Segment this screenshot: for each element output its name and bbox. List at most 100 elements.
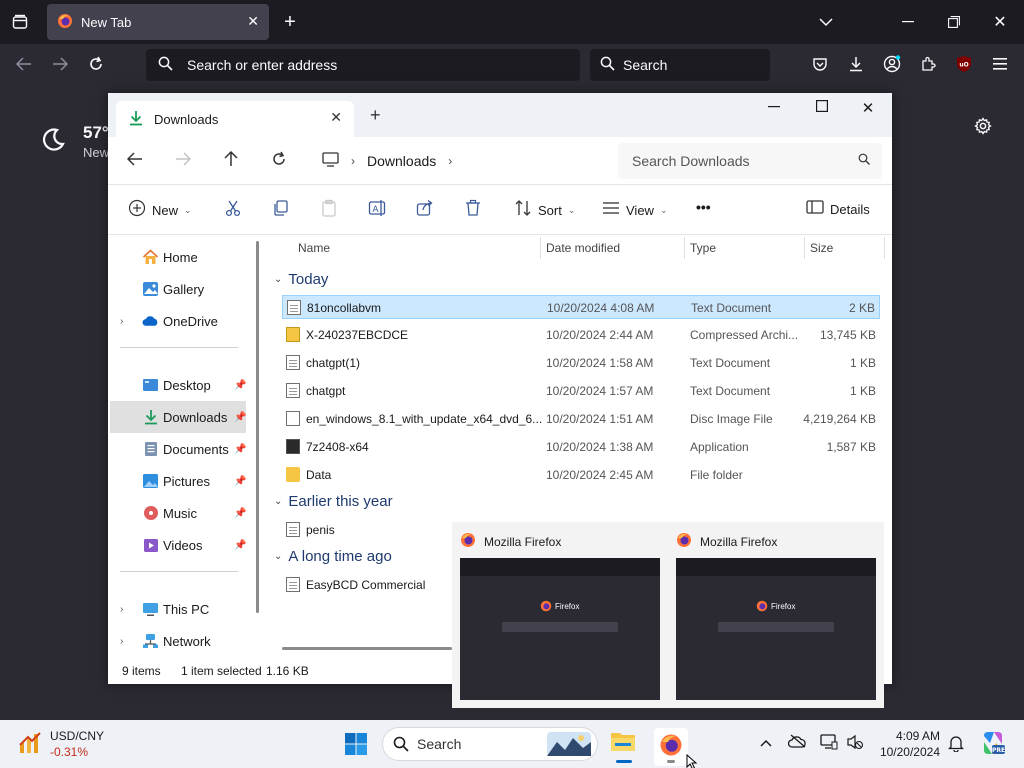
copilot-icon[interactable]: PRE [980, 730, 1006, 759]
column-divider[interactable] [884, 237, 885, 259]
minimize-icon[interactable] [898, 12, 918, 32]
onedrive-offline-icon[interactable] [787, 734, 808, 751]
sidebar-item-this-pc[interactable]: › This PC [110, 593, 246, 625]
breadcrumb[interactable]: › Downloads › [312, 143, 608, 179]
settings-gear-icon[interactable] [972, 115, 994, 137]
pocket-icon[interactable] [810, 54, 830, 74]
file-name: 81oncollabvm [307, 301, 382, 315]
chevron-right-icon[interactable]: › [448, 154, 452, 168]
rename-button[interactable]: A [368, 199, 386, 222]
column-header-type[interactable]: Type [690, 241, 716, 255]
column-divider[interactable] [684, 237, 685, 259]
horizontal-scrollbar[interactable] [282, 647, 452, 650]
system-clock[interactable]: 4:09 AM 10/20/2024 [872, 728, 940, 760]
more-options-button[interactable]: ••• [696, 199, 711, 215]
sidebar-item-videos[interactable]: Videos 📌 [110, 529, 246, 561]
group-header-today[interactable]: ⌄ Today [274, 271, 328, 288]
file-row[interactable]: 7z2408-x64 10/20/2024 1:38 AM Applicatio… [282, 435, 880, 459]
close-tab-icon[interactable]: ✕ [247, 13, 259, 30]
file-row[interactable]: en_windows_8.1_with_update_x64_dvd_6... … [282, 407, 880, 431]
refresh-icon[interactable] [268, 151, 290, 172]
maximize-icon[interactable] [802, 99, 842, 116]
delete-button[interactable] [464, 199, 482, 222]
back-arrow-icon[interactable] [124, 151, 146, 171]
forward-arrow-icon[interactable] [50, 54, 70, 74]
restore-icon[interactable] [944, 12, 964, 32]
back-arrow-icon[interactable] [14, 54, 34, 74]
file-row[interactable]: 81oncollabvm 10/20/2024 4:08 AM Text Doc… [282, 295, 880, 319]
column-header-size[interactable]: Size [810, 241, 833, 255]
taskbar-search-box[interactable]: Search [382, 727, 598, 761]
web-search-bar[interactable]: Search [590, 49, 770, 81]
sidebar-item-home[interactable]: Home [110, 241, 246, 273]
address-bar[interactable]: Search or enter address [146, 49, 580, 81]
chevron-right-icon[interactable]: › [120, 316, 123, 327]
hamburger-menu-icon[interactable] [990, 54, 1010, 74]
firefox-taskbar-icon[interactable] [654, 728, 688, 766]
tab-downloads[interactable]: Downloads ✕ [116, 101, 354, 137]
up-arrow-icon[interactable] [220, 150, 242, 172]
forward-arrow-icon[interactable] [172, 151, 194, 171]
firefox-window-thumbnail[interactable]: Mozilla Firefox Firefox [668, 522, 880, 708]
sidebar-item-gallery[interactable]: Gallery [110, 273, 246, 305]
sidebar-item-downloads[interactable]: Downloads 📌 [110, 401, 246, 433]
pin-icon[interactable]: 📌 [234, 412, 246, 423]
share-button[interactable] [416, 199, 434, 222]
paste-button[interactable] [320, 199, 338, 222]
file-explorer-taskbar-icon[interactable] [610, 730, 640, 764]
file-row[interactable]: Data 10/20/2024 2:45 AM File folder [282, 463, 880, 487]
chevron-right-icon[interactable]: › [120, 636, 123, 647]
cut-button[interactable] [224, 199, 242, 222]
ublock-origin-icon[interactable]: uO [954, 54, 974, 74]
close-tab-icon[interactable]: ✕ [330, 109, 342, 126]
minimize-icon[interactable] [754, 99, 794, 116]
file-row[interactable]: X-240237EBCDCE 10/20/2024 2:44 AM Compre… [282, 323, 880, 347]
network-display-icon[interactable] [820, 734, 838, 753]
column-header-date[interactable]: Date modified [546, 241, 620, 255]
copy-button[interactable] [272, 199, 290, 222]
extensions-icon[interactable] [918, 54, 938, 74]
details-button[interactable]: Details [806, 199, 870, 220]
reload-icon[interactable] [86, 54, 106, 74]
pin-icon[interactable]: 📌 [234, 380, 246, 391]
sidebar-item-music[interactable]: Music 📌 [110, 497, 246, 529]
chevron-right-icon[interactable]: › [120, 604, 123, 615]
sidebar-scrollbar[interactable] [256, 241, 259, 613]
sidebar-item-network[interactable]: › Network [110, 625, 246, 657]
account-icon[interactable] [882, 54, 902, 74]
tab-list-chevron-icon[interactable] [816, 12, 836, 32]
column-header-name[interactable]: Name [298, 241, 330, 255]
sort-button[interactable]: Sort ⌄ [514, 199, 575, 222]
notification-bell-icon[interactable] [947, 734, 965, 755]
new-tab-plus-icon[interactable]: + [370, 105, 381, 126]
new-button[interactable]: New ⌄ [128, 199, 192, 222]
pin-icon[interactable]: 📌 [234, 540, 246, 551]
chevron-right-icon[interactable]: › [351, 154, 355, 168]
column-divider[interactable] [540, 237, 541, 259]
tab-new-tab[interactable]: New Tab ✕ [47, 4, 269, 40]
firefox-window-thumbnail[interactable]: Mozilla Firefox Firefox [452, 522, 664, 708]
sidebar-item-onedrive[interactable]: › OneDrive [110, 305, 246, 337]
sidebar-item-documents[interactable]: Documents 📌 [110, 433, 246, 465]
sidebar-item-pictures[interactable]: Pictures 📌 [110, 465, 246, 497]
sidebar-item-desktop[interactable]: Desktop 📌 [110, 369, 246, 401]
new-tab-plus-icon[interactable]: + [280, 11, 300, 33]
group-header-long-ago[interactable]: ⌄ A long time ago [274, 548, 392, 565]
file-row[interactable]: chatgpt(1) 10/20/2024 1:58 AM Text Docum… [282, 351, 880, 375]
volume-muted-icon[interactable] [846, 734, 864, 753]
file-row[interactable]: chatgpt 10/20/2024 1:57 AM Text Document… [282, 379, 880, 403]
search-input[interactable]: Search Downloads [618, 143, 882, 179]
close-window-icon[interactable]: ✕ [848, 99, 888, 117]
list-all-tabs-icon[interactable] [10, 12, 30, 32]
group-header-earlier[interactable]: ⌄ Earlier this year [274, 493, 393, 510]
breadcrumb-downloads[interactable]: Downloads [367, 153, 436, 169]
downloads-icon[interactable] [846, 54, 866, 74]
close-window-icon[interactable]: ✕ [990, 12, 1010, 32]
start-windows-icon[interactable] [344, 732, 368, 759]
view-button[interactable]: View ⌄ [602, 199, 668, 222]
pin-icon[interactable]: 📌 [234, 476, 246, 487]
column-divider[interactable] [804, 237, 805, 259]
pin-icon[interactable]: 📌 [234, 444, 246, 455]
show-hidden-icons-chevron-icon[interactable] [760, 734, 772, 750]
pin-icon[interactable]: 📌 [234, 508, 246, 519]
